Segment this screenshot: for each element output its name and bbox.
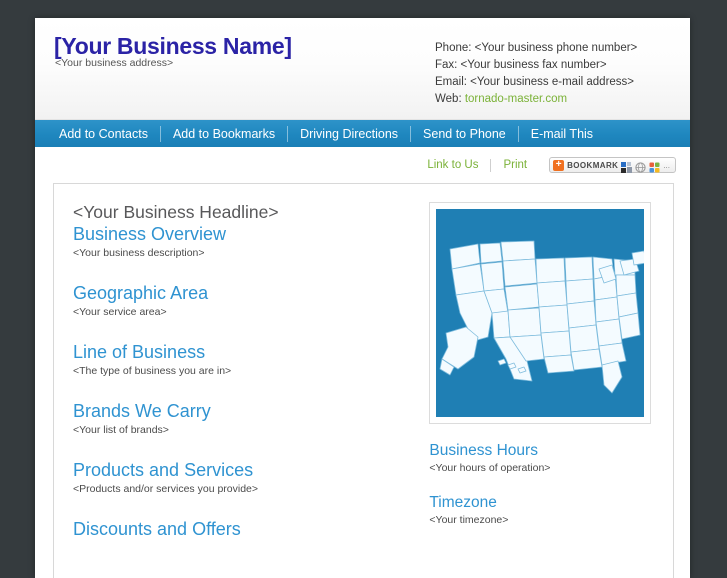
- sidebar-title-timezone: Timezone: [429, 494, 497, 511]
- sidebar-body-business-hours: <Your hours of operation>: [429, 462, 551, 474]
- contact-web-label: Web:: [435, 93, 465, 105]
- contact-web: Web: tornado-master.com: [435, 91, 637, 108]
- section-title-geographic-area: Geographic Area: [73, 283, 209, 303]
- contact-fax: Fax: <Your business fax number>: [435, 59, 607, 71]
- nav-add-to-contacts[interactable]: Add to Contacts: [47, 125, 161, 142]
- print-link[interactable]: Print: [491, 159, 539, 172]
- sidebar-title-business-hours: Business Hours: [429, 442, 538, 459]
- main-navigation: Add to Contacts Add to Bookmarks Driving…: [35, 120, 690, 150]
- main-column: <Your Business Headline> Business Overvi…: [73, 202, 424, 578]
- windows-logo-icon[interactable]: [649, 160, 660, 172]
- site-header: [Your Business Name] <Your business addr…: [35, 18, 690, 120]
- globe-icon[interactable]: [635, 160, 646, 173]
- section-body-line-of-business: <The type of business you are in>: [73, 365, 232, 377]
- page-headline: <Your Business Headline>: [73, 202, 279, 222]
- united-states-map-icon: [436, 209, 645, 417]
- map-frame: [429, 202, 652, 424]
- content-panel: <Your Business Headline> Business Overvi…: [53, 183, 674, 578]
- business-name: [Your Business Name]: [54, 33, 292, 59]
- sidebar-body-timezone: <Your timezone>: [429, 514, 509, 526]
- bookmark-label: BOOKMARK: [567, 160, 619, 170]
- contact-email: Email: <Your business e-mail address>: [435, 76, 635, 88]
- section-body-geographic-area: <Your service area>: [73, 306, 167, 318]
- business-address: <Your business address>: [55, 57, 174, 69]
- bookmark-more-icon[interactable]: ...: [663, 161, 670, 170]
- page-container: [Your Business Name] <Your business addr…: [35, 18, 690, 578]
- section-title-discounts-and-offers: Discounts and Offers: [73, 519, 241, 539]
- share-squares-icon[interactable]: [621, 160, 633, 173]
- nav-send-to-phone[interactable]: Send to Phone: [411, 125, 519, 142]
- section-body-business-overview: <Your business description>: [73, 247, 205, 259]
- nav-add-to-bookmarks[interactable]: Add to Bookmarks: [161, 125, 289, 142]
- section-title-business-overview: Business Overview: [73, 224, 227, 244]
- contact-web-link[interactable]: tornado-master.com: [465, 93, 567, 105]
- section-title-line-of-business: Line of Business: [73, 342, 206, 362]
- bookmark-plus-icon: +: [553, 159, 565, 171]
- contact-phone: Phone: <Your business phone number>: [435, 42, 638, 54]
- nav-email-this[interactable]: E-mail This: [519, 126, 605, 142]
- link-to-us-link[interactable]: Link to Us: [415, 158, 492, 172]
- nav-driving-directions[interactable]: Driving Directions: [288, 125, 412, 142]
- sidebar-column: Business Hours <Your hours of operation>…: [424, 202, 657, 578]
- contact-info: Phone: <Your business phone number> Fax:…: [435, 40, 637, 108]
- section-title-products-and-services: Products and Services: [73, 460, 254, 480]
- section-body-brands-we-carry: <Your list of brands>: [73, 424, 169, 436]
- utility-row: Link to Us Print + BOOKMARK ...: [35, 150, 690, 180]
- section-body-products-and-services: <Products and/or services you provide>: [73, 483, 259, 495]
- section-title-brands-we-carry: Brands We Carry: [73, 401, 211, 421]
- bookmark-share-widget[interactable]: + BOOKMARK ...: [549, 157, 676, 173]
